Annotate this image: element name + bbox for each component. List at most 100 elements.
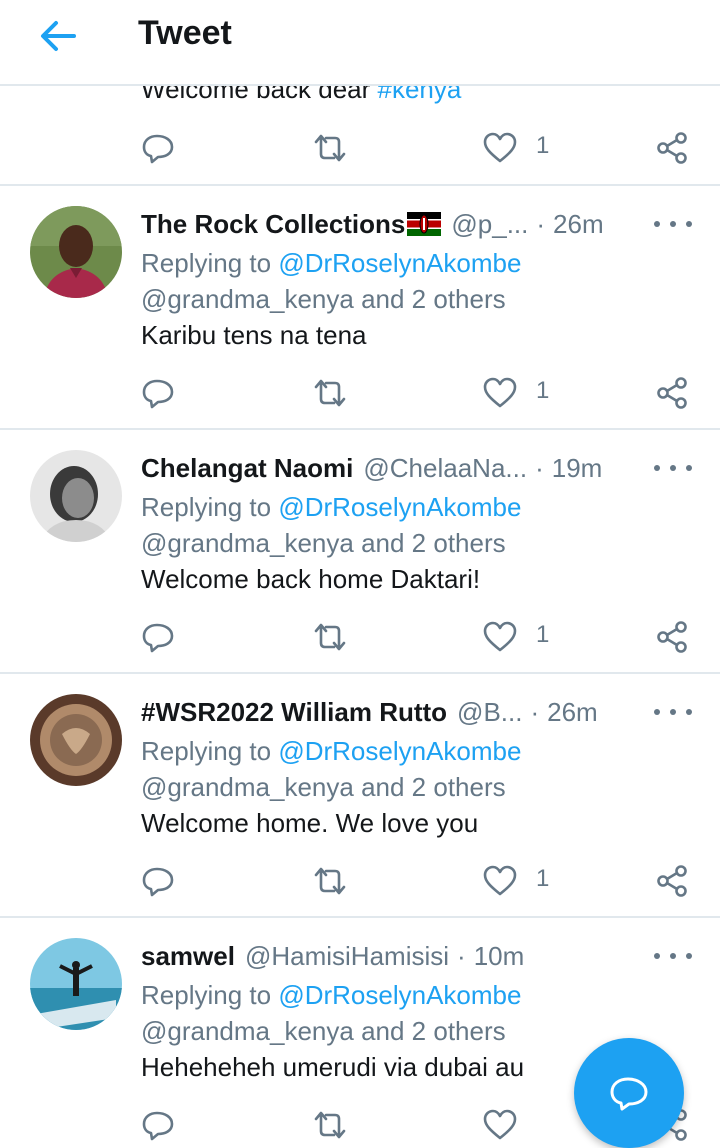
tweet-actions: 1 xyxy=(0,617,720,657)
replying-to: Replying to @DrRoselynAkombe xyxy=(141,492,521,523)
back-button[interactable] xyxy=(36,18,80,54)
like-button[interactable] xyxy=(480,1105,520,1145)
tweet-text-prefix: Welcome back dear xyxy=(141,86,378,104)
like-count: 1 xyxy=(536,377,550,404)
page-title: Tweet xyxy=(138,14,232,52)
retweet-button[interactable] xyxy=(310,1105,350,1145)
mention-others-link[interactable]: @grandma_kenya and 2 others xyxy=(141,528,506,559)
mention-others-link[interactable]: @grandma_kenya and 2 others xyxy=(141,772,506,803)
separator-dot: · xyxy=(536,208,546,239)
retweet-button[interactable] xyxy=(310,373,350,413)
share-icon xyxy=(657,621,687,653)
share-button[interactable] xyxy=(652,861,692,901)
share-icon xyxy=(657,132,687,164)
tweet-text: Heheheheh umerudi via dubai au xyxy=(141,1052,525,1082)
tweet-actions: 1 xyxy=(0,373,720,413)
display-name[interactable]: Chelangat Naomi xyxy=(141,453,353,484)
tweet-text: Welcome home. We love you xyxy=(141,808,479,838)
retweet-icon xyxy=(314,134,346,162)
retweet-button[interactable] xyxy=(310,617,350,657)
replying-to: Replying to @DrRoselynAkombe xyxy=(141,248,521,279)
avatar[interactable] xyxy=(30,450,122,542)
mention-link[interactable]: @DrRoselynAkombe xyxy=(278,248,521,278)
kenya-flag-icon xyxy=(407,212,442,236)
share-button[interactable] xyxy=(652,617,692,657)
tweet-header: The Rock Collections @p_... · 26m xyxy=(141,206,661,242)
user-handle[interactable]: @HamisiHamisisi xyxy=(245,941,449,972)
retweet-icon xyxy=(314,379,346,407)
reply-button[interactable] xyxy=(138,861,178,901)
more-icon[interactable] xyxy=(654,700,692,724)
compose-reply-icon xyxy=(610,1077,648,1111)
timestamp[interactable]: 10m xyxy=(474,941,525,972)
avatar[interactable] xyxy=(30,694,122,786)
like-icon xyxy=(483,865,517,896)
like-icon xyxy=(483,377,517,408)
share-button[interactable] xyxy=(652,373,692,413)
tweet-header: Chelangat Naomi @ChelaaNa... · 19m xyxy=(141,450,661,486)
user-handle[interactable]: @B... xyxy=(457,697,522,728)
mention-others-link[interactable]: @grandma_kenya and 2 others xyxy=(141,284,506,315)
display-name[interactable]: The Rock Collections xyxy=(141,209,405,240)
like-button[interactable] xyxy=(480,617,520,657)
retweet-button[interactable] xyxy=(310,128,350,168)
like-count: 1 xyxy=(536,132,550,159)
user-handle[interactable]: @ChelaaNa... xyxy=(363,453,527,484)
reply-button[interactable] xyxy=(138,617,178,657)
like-button[interactable] xyxy=(480,128,520,168)
reply-button[interactable] xyxy=(138,373,178,413)
avatar[interactable] xyxy=(30,938,122,1030)
user-handle[interactable]: @p_... xyxy=(451,209,528,240)
previous-tweet[interactable]: Welcome back dear #kenya 1 xyxy=(0,86,720,186)
separator-dot: · xyxy=(457,940,466,971)
share-icon xyxy=(657,377,687,409)
more-icon[interactable] xyxy=(654,212,692,236)
retweet-button[interactable] xyxy=(310,861,350,901)
mention-link[interactable]: @DrRoselynAkombe xyxy=(278,736,521,766)
mention-link[interactable]: @DrRoselynAkombe xyxy=(278,492,521,522)
replying-to-label: Replying to xyxy=(141,980,279,1010)
display-name[interactable]: #WSR2022 William Rutto xyxy=(141,697,447,728)
display-name[interactable]: samwel xyxy=(141,941,235,972)
tweet-reply[interactable]: The Rock Collections @p_... · 26m Replyi… xyxy=(0,186,720,430)
separator-dot: · xyxy=(535,452,544,483)
like-button[interactable] xyxy=(480,861,520,901)
tweet-header: samwel @HamisiHamisisi · 10m xyxy=(141,938,661,974)
tweet-header: #WSR2022 William Rutto @B... · 26m xyxy=(141,694,661,730)
tweet-text: Welcome back dear #kenya xyxy=(141,86,461,105)
timestamp[interactable]: 19m xyxy=(552,453,603,484)
tweet-reply[interactable]: #WSR2022 William Rutto @B... · 26m Reply… xyxy=(0,674,720,918)
mention-link[interactable]: @DrRoselynAkombe xyxy=(278,980,521,1010)
timestamp[interactable]: 26m xyxy=(553,209,604,240)
reply-icon xyxy=(142,623,174,653)
share-button[interactable] xyxy=(652,128,692,168)
tweet-text: Karibu tens na tena xyxy=(141,320,367,350)
reply-button[interactable] xyxy=(138,128,178,168)
back-arrow-icon xyxy=(41,21,76,51)
compose-reply-button[interactable] xyxy=(574,1038,684,1148)
reply-button[interactable] xyxy=(138,1105,178,1145)
like-icon xyxy=(483,132,517,163)
reply-icon xyxy=(142,379,174,409)
hashtag-link[interactable]: #kenya xyxy=(378,86,462,104)
mention-others-link[interactable]: @grandma_kenya and 2 others xyxy=(141,1016,506,1047)
separator-dot: · xyxy=(530,696,540,727)
more-icon[interactable] xyxy=(654,456,692,480)
reply-icon xyxy=(142,134,174,164)
retweet-icon xyxy=(314,623,346,651)
reply-icon xyxy=(142,867,174,897)
replying-to-label: Replying to xyxy=(141,736,279,766)
timestamp[interactable]: 26m xyxy=(547,697,598,728)
tweet-actions: 1 xyxy=(0,128,720,168)
avatar[interactable] xyxy=(30,206,122,298)
tweet-text: Welcome back home Daktari! xyxy=(141,564,481,594)
top-bar: Tweet xyxy=(0,0,720,86)
like-button[interactable] xyxy=(480,373,520,413)
replying-to-label: Replying to xyxy=(141,248,279,278)
tweet-reply[interactable]: Chelangat Naomi @ChelaaNa... · 19m Reply… xyxy=(0,430,720,674)
like-icon xyxy=(483,621,517,652)
reply-icon xyxy=(142,1111,174,1141)
like-icon xyxy=(483,1109,517,1140)
tweet-actions: 1 xyxy=(0,861,720,901)
more-icon[interactable] xyxy=(654,944,692,968)
